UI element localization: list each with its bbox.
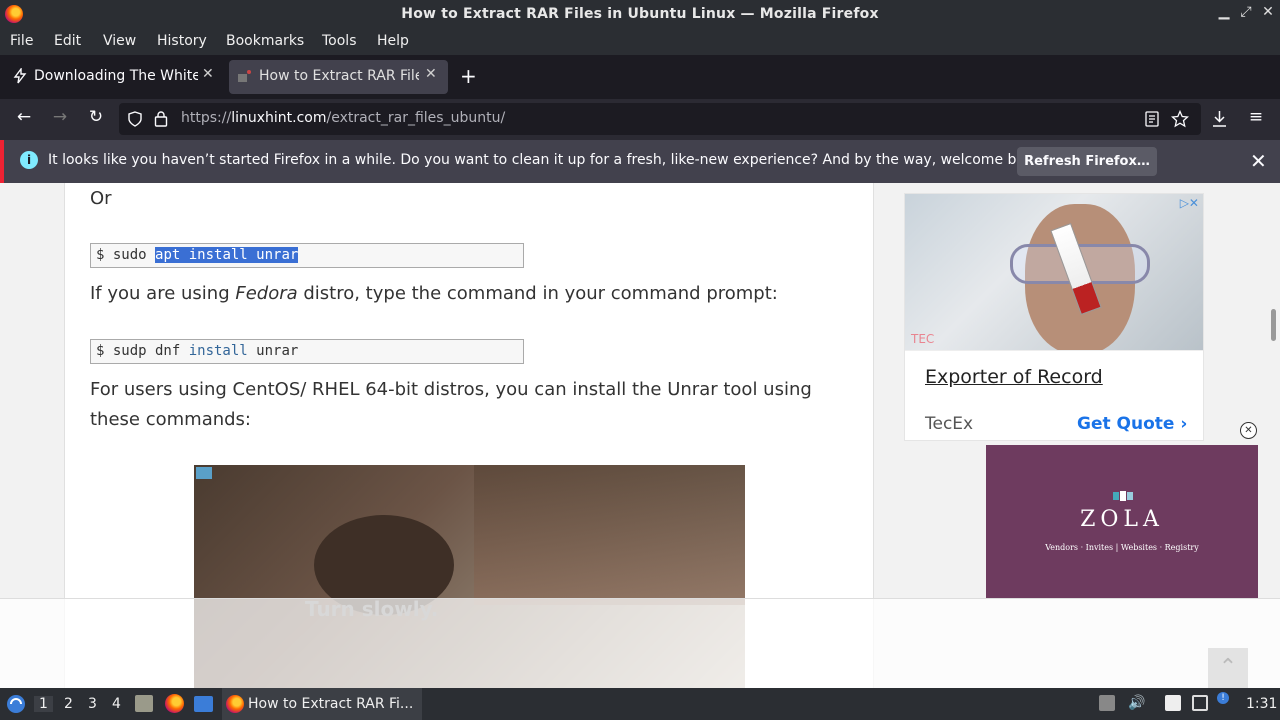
get-quote-button[interactable]: Get Quote › (1077, 414, 1187, 434)
ad-brand: TecEx (925, 414, 974, 434)
terminal-launcher-icon[interactable] (194, 696, 213, 712)
menu-history[interactable]: History (157, 33, 207, 49)
zola-tagline: Vendors · Invites | Websites · Registry (1045, 543, 1199, 552)
paragraph-fedora: If you are using Fedora distro, type the… (90, 283, 778, 304)
menu-view[interactable]: View (103, 33, 136, 49)
paragraph-centos: For users using CentOS/ RHEL 64-bit dist… (90, 379, 812, 430)
video-caption: Turn slowly. (305, 597, 439, 621)
code-block-dnf[interactable]: $ sudp dnf install unrar (90, 339, 524, 364)
ad-logo: TEC (911, 332, 935, 346)
url-text[interactable]: https://linuxhint.com/extract_rar_files_… (181, 110, 505, 126)
ad-close-icon[interactable]: ✕ (1240, 422, 1257, 439)
firefox-task-icon (226, 695, 244, 713)
ad-headline[interactable]: Exporter of Record (925, 366, 1103, 388)
ad-zola[interactable]: ZOLA Vendors · Invites | Websites · Regi… (986, 445, 1258, 598)
divider (905, 350, 1203, 351)
tab-extract-rar[interactable]: How to Extract RAR Files ✕ (229, 60, 448, 94)
lock-icon[interactable] (154, 110, 168, 127)
workspace-4[interactable]: 4 (112, 696, 121, 712)
workspace-2[interactable]: 2 (64, 696, 73, 712)
scrollbar-thumb[interactable] (1271, 309, 1276, 341)
linuxhint-favicon-icon (238, 70, 251, 82)
new-tab-icon[interactable]: + (460, 64, 477, 88)
refresh-firefox-button[interactable]: Refresh Firefox… (1017, 147, 1157, 176)
menu-bar: File Edit View History Bookmarks Tools H… (0, 29, 1280, 55)
notification-bar: i It looks like you haven’t started Fire… (0, 140, 1280, 183)
page-content: Or $ sudo apt install unrar If you are u… (0, 183, 1280, 688)
close-tab-icon[interactable]: ✕ (202, 66, 214, 82)
info-icon: i (20, 151, 38, 169)
downloads-icon[interactable] (1211, 110, 1228, 128)
ad-image: TEC ▷✕ (905, 194, 1203, 350)
restore-icon[interactable]: ⤢ (1236, 4, 1256, 20)
close-notification-icon[interactable]: ✕ (1250, 149, 1267, 173)
video-background (474, 465, 745, 605)
minimize-icon[interactable]: ▁ (1214, 4, 1234, 20)
lightning-icon (13, 68, 27, 84)
notification-icon[interactable]: ! (1217, 692, 1229, 704)
window-titlebar: How to Extract RAR Files in Ubuntu Linux… (0, 0, 1280, 29)
workspace-1[interactable]: 1 (34, 696, 53, 712)
taskbar: 1 2 3 4 How to Extract RAR Fi... 🔊 ! 1:3… (0, 688, 1280, 720)
firefox-launcher-icon[interactable] (165, 694, 184, 713)
window-title: How to Extract RAR Files in Ubuntu Linux… (401, 6, 879, 22)
tab-label: Downloading The White H (34, 68, 198, 84)
menu-file[interactable]: File (10, 33, 33, 49)
url-bar[interactable]: https://linuxhint.com/extract_rar_files_… (119, 103, 1201, 135)
file-manager-icon[interactable] (135, 695, 153, 712)
task-label: How to Extract RAR Fi... (248, 696, 414, 712)
close-window-icon[interactable]: ✕ (1258, 4, 1278, 20)
menu-bookmarks[interactable]: Bookmarks (226, 33, 304, 49)
tab-label: How to Extract RAR Files (259, 68, 419, 84)
clock: 1:31 (1246, 696, 1278, 712)
hamburger-menu-icon[interactable]: ≡ (1244, 107, 1268, 127)
taskbar-task-firefox[interactable]: How to Extract RAR Fi... (222, 688, 422, 720)
navigation-toolbar: ← → ↻ https://linuxhint.com/extract_rar_… (0, 99, 1280, 140)
ad-tecex[interactable]: TEC ▷✕ Exporter of Record TecEx Get Quot… (904, 193, 1204, 441)
zola-brand: ZOLA (1080, 507, 1164, 532)
forward-icon[interactable]: → (48, 107, 72, 127)
menu-tools[interactable]: Tools (322, 33, 357, 49)
start-menu-icon[interactable] (6, 694, 26, 714)
bottom-overlay (0, 598, 1280, 688)
clipboard-icon[interactable] (1165, 695, 1181, 711)
menu-help[interactable]: Help (377, 33, 409, 49)
display-icon[interactable] (1192, 695, 1208, 711)
scroll-to-top-button[interactable]: ⌃ (1208, 648, 1248, 688)
zola-logo-icon (1113, 491, 1133, 501)
tab-bar: Downloading The White H ✕ How to Extract… (0, 55, 1280, 99)
selected-text: apt install unrar (155, 247, 299, 263)
adchoices-icon[interactable]: ▷✕ (1180, 196, 1199, 210)
notification-message: It looks like you haven’t started Firefo… (48, 152, 1047, 168)
back-icon[interactable]: ← (12, 107, 36, 127)
reader-view-icon[interactable] (1145, 111, 1159, 127)
paragraph-or: Or (90, 188, 112, 209)
bookmark-star-icon[interactable] (1171, 110, 1189, 128)
tray-app-icon[interactable] (1099, 695, 1115, 711)
workspace-3[interactable]: 3 (88, 696, 97, 712)
reload-icon[interactable]: ↻ (84, 107, 108, 127)
menu-edit[interactable]: Edit (54, 33, 81, 49)
shield-icon[interactable] (127, 111, 143, 127)
tab-downloading[interactable]: Downloading The White H ✕ (4, 60, 222, 94)
video-corner-icon[interactable] (196, 467, 212, 479)
close-tab-icon[interactable]: ✕ (425, 66, 437, 82)
volume-icon[interactable]: 🔊 (1128, 695, 1145, 711)
code-block-apt[interactable]: $ sudo apt install unrar (90, 243, 524, 268)
